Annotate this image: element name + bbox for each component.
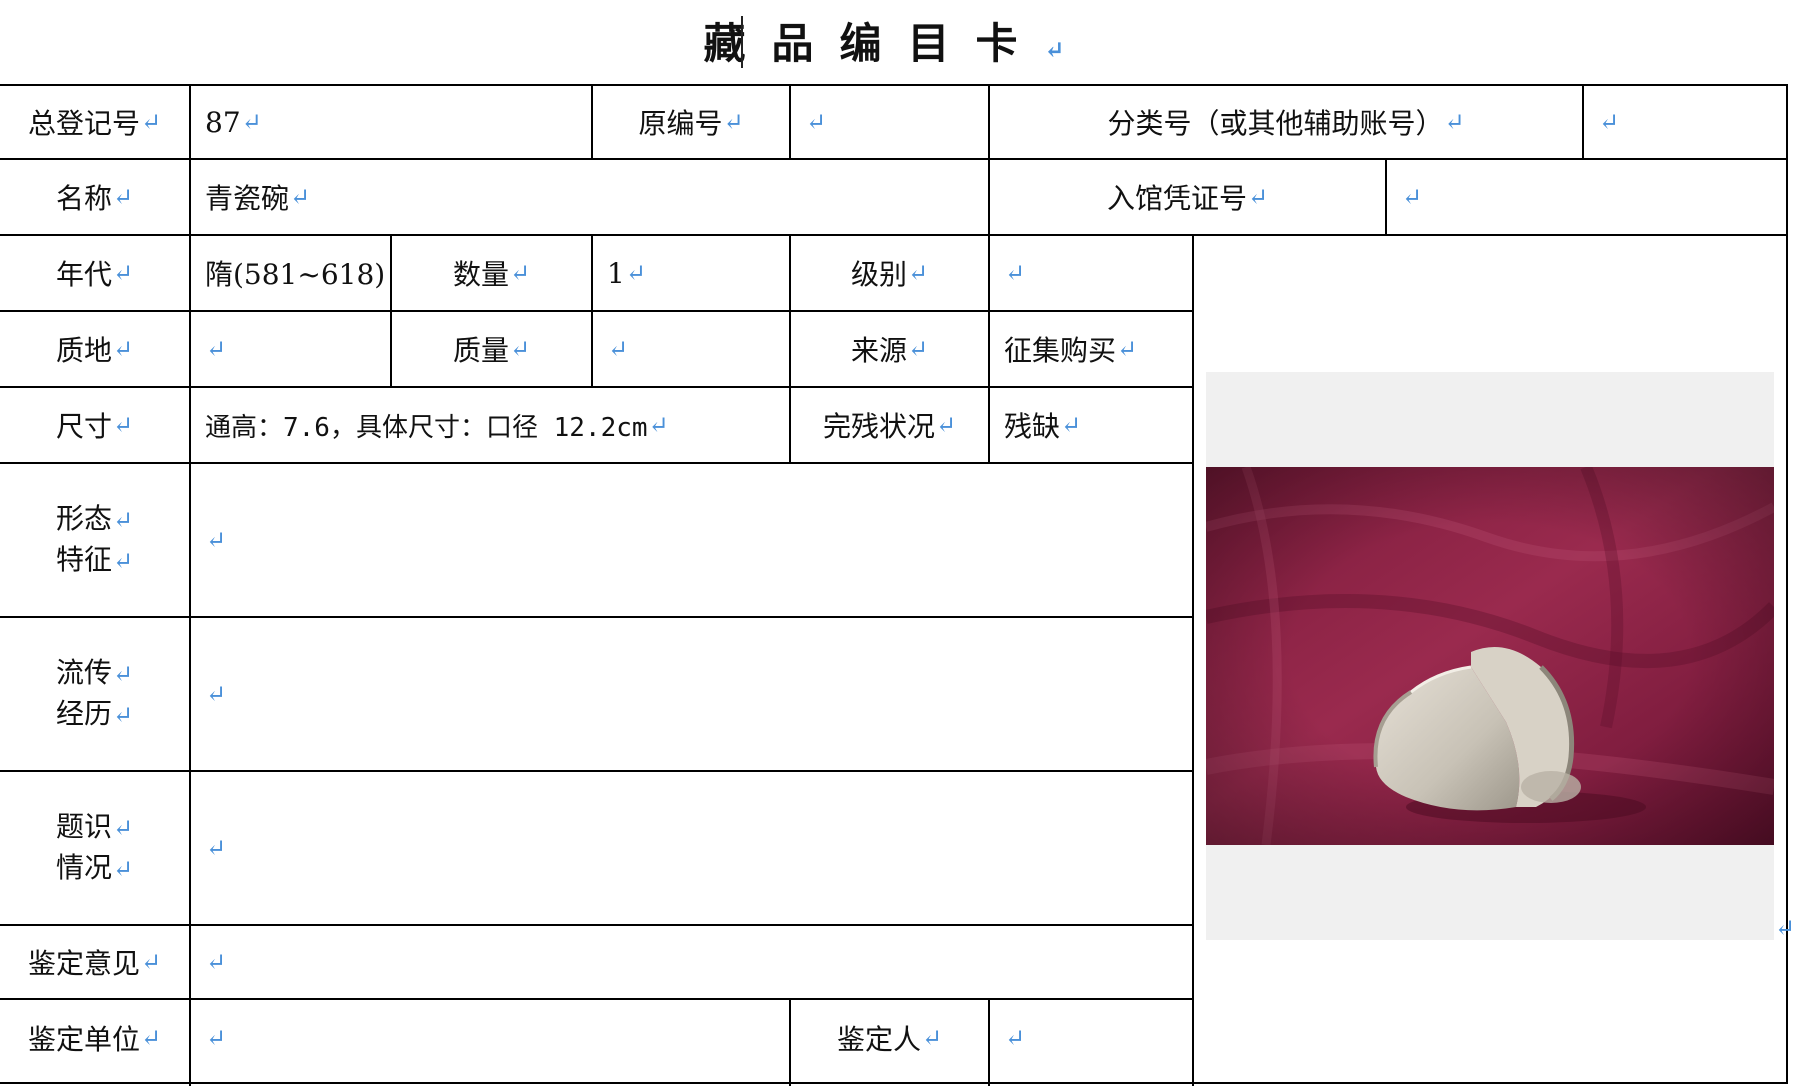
- era-value[interactable]: 隋(581~618)↵: [191, 236, 390, 310]
- dimensions-label: 尺寸 ↵: [55, 410, 134, 443]
- form-features-value[interactable]: ↵: [191, 464, 1192, 616]
- name-label: 名称 ↵: [55, 182, 134, 215]
- source-value[interactable]: 征集购买 ↵: [990, 312, 1192, 386]
- return-mark-edge: ↵: [1775, 914, 1794, 942]
- appraiser-value[interactable]: ↵: [990, 1000, 1192, 1076]
- original-no-value[interactable]: ↵: [791, 86, 988, 158]
- artifact-photo[interactable]: [1206, 372, 1774, 940]
- appraisal-unit-label: 鉴定单位 ↵: [27, 1023, 162, 1056]
- material-value[interactable]: ↵: [191, 312, 390, 386]
- material-label: 质地 ↵: [55, 334, 134, 367]
- entry-voucher-value[interactable]: ↵: [1387, 160, 1786, 234]
- entry-voucher-label: 入馆凭证号 ↵: [1106, 182, 1269, 215]
- grade-value[interactable]: ↵: [990, 236, 1192, 310]
- return-mark: ↵: [1044, 35, 1091, 64]
- original-no-label: 原编号 ↵: [638, 107, 744, 140]
- card-title-text: 藏品编目卡: [703, 19, 1044, 68]
- condition-label: 完残状况 ↵: [822, 410, 957, 443]
- inscriptions-label: 题识↵ 情况↵: [55, 810, 134, 884]
- class-no-label: 分类号（或其他辅助账号） ↵: [1107, 107, 1465, 140]
- card-title: 藏品编目卡↵: [0, 14, 1794, 74]
- quantity-value[interactable]: 1 ↵: [593, 236, 789, 310]
- total-reg-no-value[interactable]: 87 ↵: [191, 86, 591, 158]
- weight-label: 质量 ↵: [452, 334, 531, 367]
- weight-value[interactable]: ↵: [593, 312, 789, 386]
- inscriptions-value[interactable]: ↵: [191, 772, 1192, 924]
- appraiser-label: 鉴定人 ↵: [836, 1023, 943, 1056]
- source-label: 来源 ↵: [850, 334, 929, 367]
- text-cursor: [741, 16, 743, 68]
- quantity-label: 数量 ↵: [452, 258, 531, 291]
- total-reg-no-label: 总登记号 ↵: [27, 107, 162, 140]
- dimensions-value[interactable]: 通高：7.6，具体尺寸：口径 12.2cm ↵: [191, 388, 789, 462]
- form-features-label: 形态↵ 特征↵: [55, 502, 134, 576]
- name-value[interactable]: 青瓷碗 ↵: [191, 160, 988, 234]
- appraisal-opinion-value[interactable]: ↵: [191, 926, 1192, 998]
- provenance-label: 流传↵ 经历↵: [55, 656, 134, 730]
- appraisal-unit-value[interactable]: ↵: [191, 1000, 789, 1076]
- bowl-photo-image: [1206, 467, 1774, 845]
- class-no-value[interactable]: ↵: [1584, 86, 1786, 158]
- condition-value[interactable]: 残缺 ↵: [990, 388, 1192, 462]
- provenance-value[interactable]: ↵: [191, 618, 1192, 770]
- grade-label: 级别 ↵: [850, 258, 929, 291]
- era-label: 年代 ↵: [55, 258, 134, 291]
- appraisal-opinion-label: 鉴定意见 ↵: [27, 947, 162, 980]
